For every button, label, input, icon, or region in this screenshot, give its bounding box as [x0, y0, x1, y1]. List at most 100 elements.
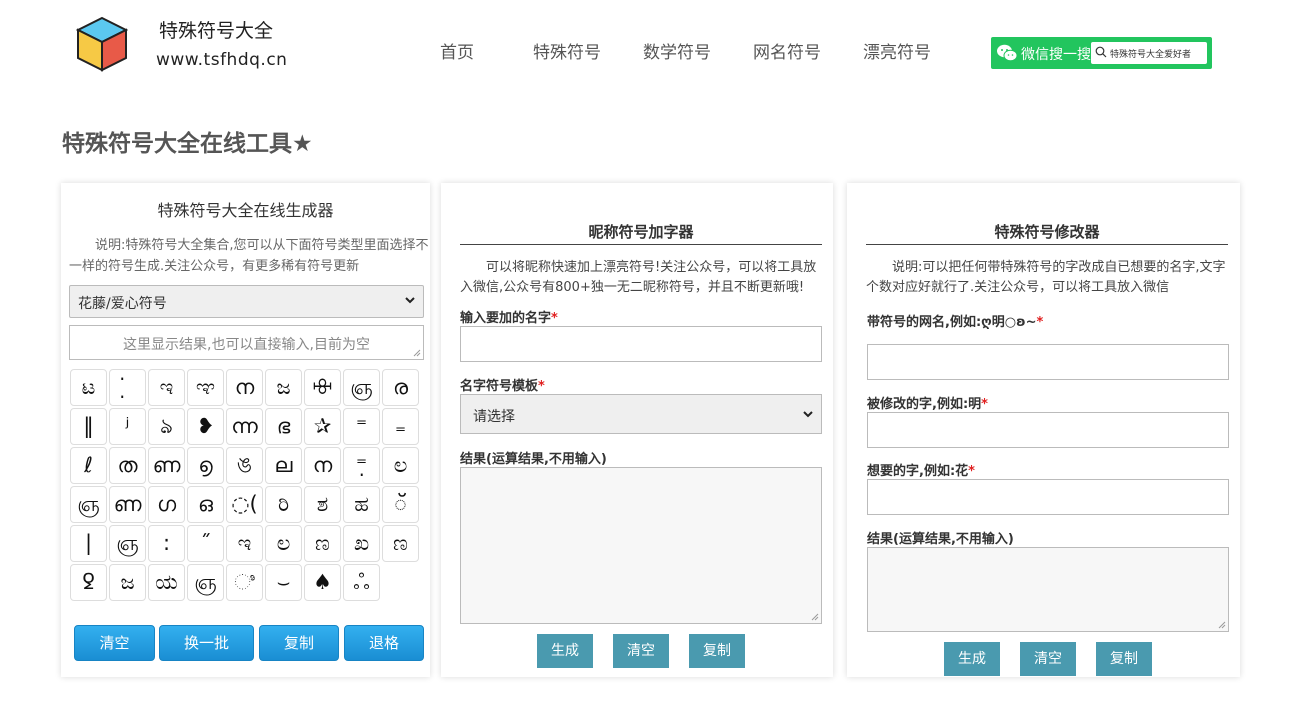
nav-math-symbols[interactable]: 数学符号	[643, 38, 711, 63]
symbol-name-label: 带符号的网名,例如:ღ明○ʚ~*	[867, 315, 1044, 330]
symbol-name-input[interactable]	[867, 344, 1229, 380]
symbol-cell[interactable]: ന്ന	[226, 408, 263, 445]
symbol-cell[interactable]: ꞉	[148, 525, 185, 562]
copy-button[interactable]: 复制	[1096, 642, 1152, 676]
symbol-cell[interactable]: ₌	[382, 408, 419, 445]
modifier-description: 说明:可以把任何带特殊符号的字改成自已想要的名字,文字个数对应好就行了.关注公众…	[866, 260, 1226, 295]
symbol-cell[interactable]: ঙ	[226, 447, 263, 484]
symbol-cell[interactable]: ಇ	[226, 525, 263, 562]
symbol-cell[interactable]: ʲ	[109, 408, 146, 445]
nav-home[interactable]: 首页	[440, 38, 474, 63]
symbol-cell[interactable]: ಇ	[148, 369, 185, 406]
symbol-cell[interactable]: ஞ	[109, 525, 146, 562]
symbol-cell[interactable]: ಲ	[382, 447, 419, 484]
symbol-cell[interactable]: ⁼	[343, 408, 380, 445]
symbol-cell[interactable]: ന	[226, 369, 263, 406]
refresh-batch-button[interactable]: 换一批	[159, 625, 254, 661]
char-to-modify-label: 被修改的字,例如:明*	[867, 397, 988, 412]
generate-button[interactable]: 生成	[537, 634, 593, 668]
modifier-title: 特殊符号修改器	[866, 221, 1228, 245]
symbol-cell[interactable]: ಖ	[343, 525, 380, 562]
symbol-cell[interactable]: ಹ	[343, 486, 380, 523]
symbol-cell[interactable]: ꝿ	[70, 564, 107, 601]
symbol-cell[interactable]: ൭	[187, 447, 224, 484]
nickname-result-textarea[interactable]	[460, 467, 822, 624]
symbol-cell[interactable]: ಜ	[109, 564, 146, 601]
symbol-cell[interactable]: ‖	[70, 408, 107, 445]
symbol-cell[interactable]: ಿ	[226, 564, 263, 601]
symbol-cell[interactable]: ണ	[148, 447, 185, 484]
copy-button[interactable]: 复制	[259, 625, 339, 661]
nav-nickname-symbols[interactable]: 网名符号	[753, 38, 821, 63]
template-select[interactable]: 请选择	[460, 394, 822, 434]
clear-button[interactable]: 清空	[74, 625, 155, 661]
nickname-description: 可以将昵称快速加上漂亮符号!关注公众号，可以将工具放入微信,公众号有800+独一…	[460, 260, 817, 295]
backspace-button[interactable]: 退格	[344, 625, 424, 661]
wechat-search-text: 特殊符号大全爱好者	[1110, 50, 1192, 60]
modifier-result-label: 结果(运算结果,不用输入)	[867, 532, 1014, 547]
resize-handle-icon[interactable]	[811, 613, 819, 621]
wanted-char-label: 想要的字,例如:花*	[867, 464, 975, 479]
wanted-char-input[interactable]	[867, 479, 1229, 515]
chevron-down-icon	[405, 297, 415, 304]
symbol-cell[interactable]: ℓ	[70, 447, 107, 484]
symbol-cell[interactable]: ஞ	[343, 369, 380, 406]
symbol-cell[interactable]: ˝	[187, 525, 224, 562]
symbol-cell[interactable]: ರಿ	[265, 486, 302, 523]
symbol-cell[interactable]: |	[70, 525, 107, 562]
symbol-cell[interactable]: ಣ	[382, 525, 419, 562]
template-label: 名字符号模板*	[460, 379, 545, 394]
symbol-cell[interactable]: ಞ	[187, 369, 224, 406]
site-url[interactable]: www.tsfhdq.cn	[156, 50, 287, 70]
symbol-cell[interactable]: ಶ	[304, 486, 341, 523]
symbol-cell[interactable]: ല	[265, 447, 302, 484]
nav-special-symbols[interactable]: 特殊符号	[533, 38, 601, 63]
symbol-cell[interactable]: ഭ	[265, 408, 302, 445]
symbol-cell[interactable]: ಜ	[265, 369, 302, 406]
symbol-cell[interactable]: ♠	[304, 564, 341, 601]
symbol-cell[interactable]: ✰	[304, 408, 341, 445]
symbol-generator-panel: 特殊符号大全在线生成器 说明:特殊符号大全集合,您可以从下面符号类型里面选择不一…	[61, 183, 430, 677]
symbol-cell[interactable]: ഒ	[187, 486, 224, 523]
cube-logo-icon[interactable]	[76, 16, 128, 72]
symbol-cell[interactable]: ꗳ	[304, 369, 341, 406]
category-selected-value: 花藤/爱心符号	[78, 296, 167, 312]
symbol-category-select[interactable]: 花藤/爱心符号	[69, 285, 424, 318]
nav-pretty-symbols[interactable]: 漂亮符号	[863, 38, 931, 63]
symbol-cell[interactable]: ⌣	[265, 564, 302, 601]
char-to-modify-input[interactable]	[867, 412, 1229, 448]
symbol-cell[interactable]: ஞ	[187, 564, 224, 601]
symbol-cell[interactable]: ◌(	[226, 486, 263, 523]
wechat-label: 微信搜一搜	[1021, 47, 1091, 63]
resize-handle-icon[interactable]	[413, 349, 421, 357]
generator-result-textarea[interactable]: 这里显示结果,也可以直接输入,目前为空	[69, 325, 424, 360]
wechat-search-banner[interactable]: 微信搜一搜 特殊符号大全爱好者	[991, 37, 1212, 69]
generate-button[interactable]: 生成	[944, 642, 1000, 676]
symbol-cell[interactable]: ಯ	[148, 564, 185, 601]
symbol-cell[interactable]: ಣ	[304, 525, 341, 562]
site-name[interactable]: 特殊符号大全	[159, 16, 273, 43]
symbol-cell[interactable]: ⁼̣	[343, 447, 380, 484]
symbol-cell[interactable]: ❥	[187, 408, 224, 445]
symbol-cell[interactable]: ಲ	[265, 525, 302, 562]
symbol-cell[interactable]: ത	[109, 447, 146, 484]
result-placeholder: 这里显示结果,也可以直接输入,目前为空	[123, 337, 370, 353]
clear-button[interactable]: 清空	[1020, 642, 1076, 676]
symbol-cell[interactable]: ̣̇	[109, 369, 146, 406]
symbol-cell[interactable]: ஞ	[70, 486, 107, 523]
nickname-result-label: 结果(运算结果,不用输入)	[460, 452, 607, 467]
modifier-result-textarea[interactable]	[867, 547, 1229, 632]
symbol-cell[interactable]: ന	[304, 447, 341, 484]
resize-handle-icon[interactable]	[1218, 621, 1226, 629]
symbol-cell[interactable]: ര	[382, 369, 419, 406]
name-input[interactable]	[460, 326, 822, 362]
symbol-cell[interactable]: ஃ	[343, 564, 380, 601]
copy-button[interactable]: 复制	[689, 634, 745, 668]
symbol-cell[interactable]: ഗ	[148, 486, 185, 523]
wechat-search-field[interactable]: 特殊符号大全爱好者	[1091, 42, 1207, 64]
clear-button[interactable]: 清空	[613, 634, 669, 668]
symbol-cell[interactable]: ঌ	[148, 408, 185, 445]
symbol-cell[interactable]: ണ	[109, 486, 146, 523]
symbol-cell[interactable]: ॅ	[382, 486, 419, 523]
symbol-cell[interactable]: ಟ	[70, 369, 107, 406]
